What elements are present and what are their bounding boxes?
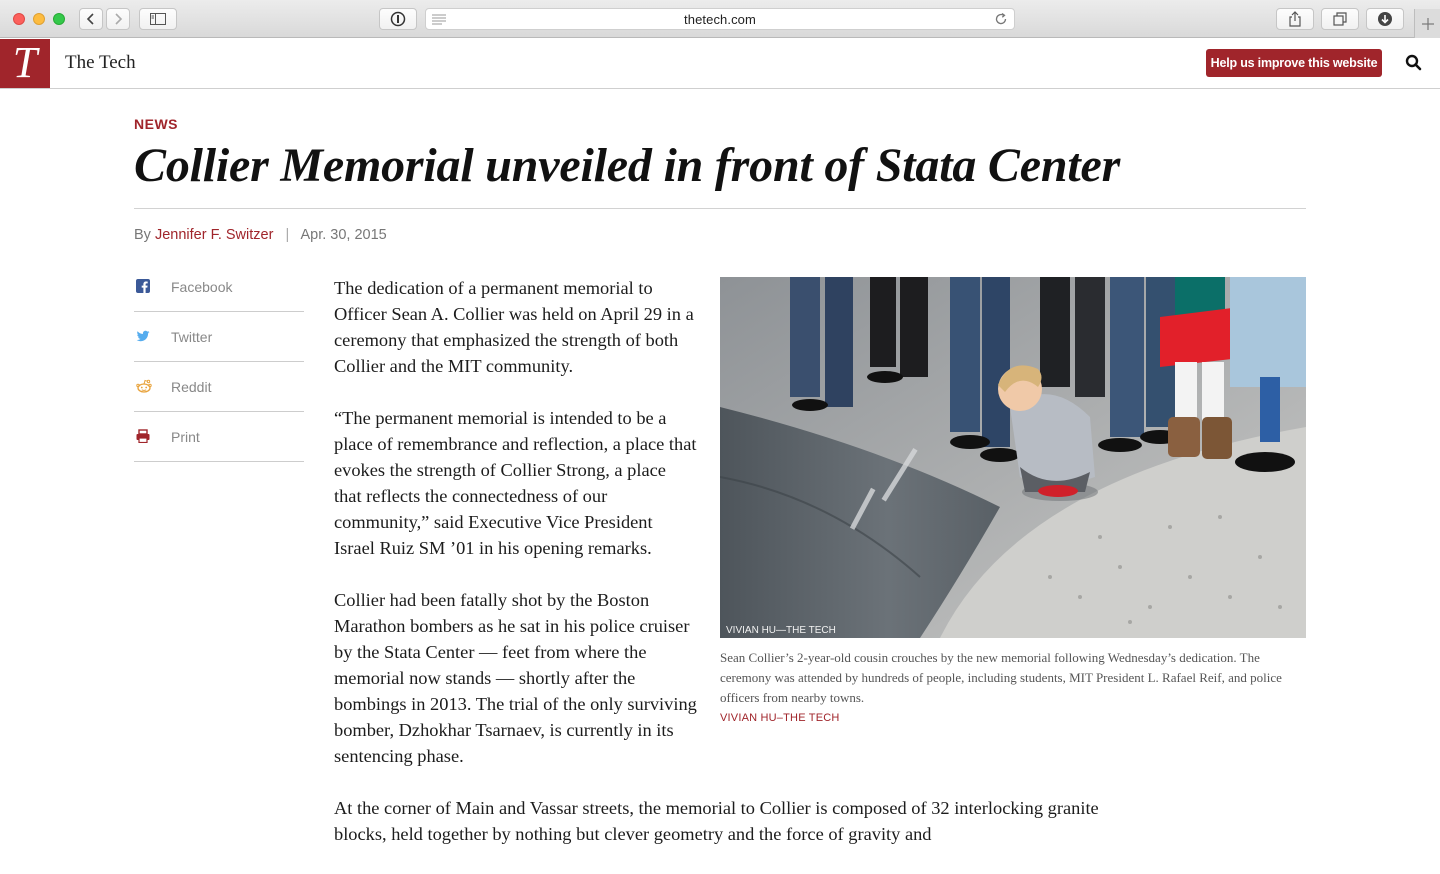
printer-icon — [136, 429, 150, 443]
article-figure: VIVIAN HU—THE TECH Sean Collier’s 2-year… — [720, 277, 1306, 724]
info-shield-icon — [390, 11, 406, 27]
share-reddit[interactable]: Reddit — [134, 362, 304, 412]
section-label[interactable]: NEWS — [134, 116, 178, 132]
share-label: Print — [171, 429, 200, 445]
site-header: T The Tech Help us improve this website — [0, 39, 1440, 89]
share-twitter[interactable]: Twitter — [134, 312, 304, 362]
chevron-right-icon — [115, 13, 123, 25]
share-label: Twitter — [171, 329, 213, 345]
browser-toolbar: thetech.com — [0, 0, 1440, 38]
tabs-overview-button[interactable] — [1321, 8, 1359, 30]
share-icon — [1289, 11, 1301, 27]
downloads-button[interactable] — [1366, 8, 1404, 30]
plus-icon — [1421, 17, 1434, 30]
share-print[interactable]: Print — [134, 412, 304, 462]
sidebar-icon — [150, 13, 166, 25]
forward-button[interactable] — [106, 8, 130, 30]
photo-caption: Sean Collier’s 2-year-old cousin crouche… — [720, 650, 1282, 705]
share-label: Facebook — [171, 279, 233, 295]
close-window-button[interactable] — [13, 13, 25, 25]
article-headline: Collier Memorial unveiled in front of St… — [134, 139, 1121, 192]
site-name[interactable]: The Tech — [65, 52, 136, 74]
privacy-report-button[interactable] — [379, 8, 417, 30]
author-link[interactable]: Jennifer F. Switzer — [155, 227, 273, 243]
fullscreen-window-button[interactable] — [53, 13, 65, 25]
site-logo[interactable]: T — [0, 39, 50, 88]
memorial-photo[interactable]: VIVIAN HU—THE TECH — [720, 277, 1306, 638]
byline: By Jennifer F. Switzer | Apr. 30, 2015 — [134, 227, 387, 243]
url-text[interactable]: thetech.com — [426, 12, 1014, 27]
photo-credit: VIVIAN HU–THE TECH — [720, 712, 840, 724]
share-label: Reddit — [171, 379, 212, 395]
logo-letter: T — [12, 37, 38, 87]
back-button[interactable] — [79, 8, 103, 30]
article-paragraph: At the corner of Main and Vassar streets… — [334, 798, 1099, 844]
reload-icon[interactable] — [994, 12, 1008, 26]
facebook-icon — [136, 279, 150, 293]
byline-prefix: By — [134, 227, 151, 243]
twitter-icon — [136, 330, 150, 342]
address-bar[interactable]: thetech.com — [425, 8, 1015, 30]
byline-separator: | — [285, 227, 290, 243]
search-icon — [1405, 54, 1422, 71]
publish-date: Apr. 30, 2015 — [300, 227, 387, 243]
download-icon — [1378, 12, 1392, 26]
tabs-icon — [1333, 12, 1347, 26]
share-sidebar: Facebook Twitter Reddit Print — [134, 262, 304, 462]
reddit-icon — [136, 379, 152, 393]
help-improve-button[interactable]: Help us improve this website — [1206, 49, 1382, 77]
new-tab-button[interactable] — [1414, 9, 1440, 38]
photo-credit-overlay: VIVIAN HU—THE TECH — [726, 625, 836, 636]
minimize-window-button[interactable] — [33, 13, 45, 25]
chevron-left-icon — [86, 13, 94, 25]
share-button[interactable] — [1276, 8, 1314, 30]
headline-divider — [134, 208, 1306, 209]
search-button[interactable] — [1405, 54, 1423, 77]
share-facebook[interactable]: Facebook — [134, 262, 304, 312]
sidebar-toggle-button[interactable] — [139, 8, 177, 30]
